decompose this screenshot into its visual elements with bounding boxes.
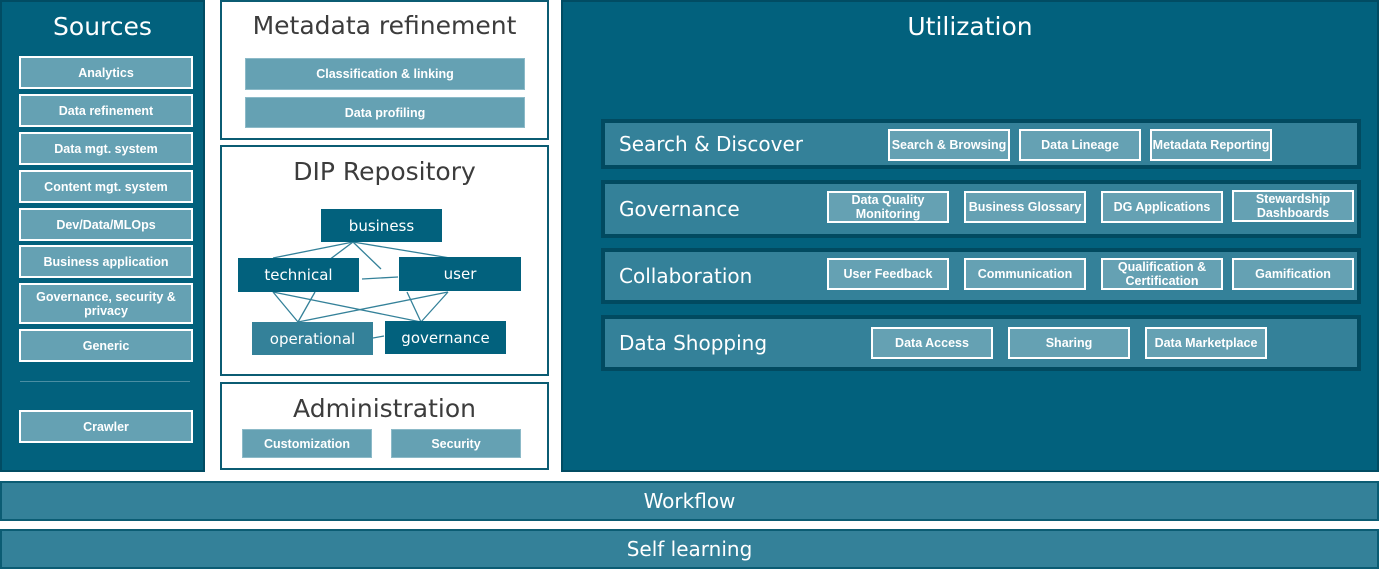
data-access-button[interactable]: Data Access [871,327,993,359]
gamification-button[interactable]: Gamification [1232,258,1354,290]
node-user[interactable]: user [399,257,521,291]
node-technical[interactable]: technical [238,258,359,292]
administration-panel: Administration Customization Security [220,382,549,470]
data-profiling-button[interactable]: Data profiling [245,97,525,128]
metadata-refinement-panel: Metadata refinement Classification & lin… [220,0,549,140]
business-glossary-button[interactable]: Business Glossary [964,191,1086,223]
user-feedback-button[interactable]: User Feedback [827,258,949,290]
row-label-governance: Governance [619,197,740,221]
dip-repository-panel: DIP Repository business technical user o… [220,145,549,376]
sources-panel: Sources Analytics Data refinement Data m… [0,0,205,472]
data-quality-monitoring-button[interactable]: Data Quality Monitoring [827,191,949,223]
node-governance[interactable]: governance [385,321,506,354]
customization-button[interactable]: Customization [242,429,372,458]
utilization-title: Utilization [907,12,1033,41]
source-business-application[interactable]: Business application [19,245,193,278]
dg-applications-button[interactable]: DG Applications [1101,191,1223,223]
utilization-panel: Utilization Search & Discover Search & B… [561,0,1379,472]
edge-operational-governance [372,335,385,339]
sources-title: Sources [53,12,152,41]
edge-technical-user [361,276,399,280]
source-content-mgt-system[interactable]: Content mgt. system [19,170,193,203]
row-label-data-shopping: Data Shopping [619,331,768,355]
qualification-certification-button[interactable]: Qualification & Certification [1101,258,1223,290]
sources-divider [20,381,190,382]
source-governance-security-privacy[interactable]: Governance, security & privacy [19,283,193,324]
data-lineage-button[interactable]: Data Lineage [1019,129,1141,161]
metadata-refinement-title: Metadata refinement [252,11,517,40]
edge-business-technical [272,241,354,259]
source-generic[interactable]: Generic [19,329,193,362]
row-data-shopping: Data Shopping Data Access Sharing Data M… [601,315,1361,371]
crawler-button[interactable]: Crawler [19,410,193,443]
node-business[interactable]: business [321,209,442,242]
edge-user-governance [406,291,422,323]
node-operational[interactable]: operational [252,322,373,355]
source-data-refinement[interactable]: Data refinement [19,94,193,127]
edge-technical-operational-2 [297,291,316,323]
metadata-reporting-button[interactable]: Metadata Reporting [1150,129,1272,161]
self-learning-bar[interactable]: Self learning [0,529,1379,569]
row-collaboration: Collaboration User Feedback Communicatio… [601,248,1361,304]
search-browsing-button[interactable]: Search & Browsing [888,129,1010,161]
stewardship-dashboards-button[interactable]: Stewardship Dashboards [1232,190,1354,222]
source-data-mgt-system[interactable]: Data mgt. system [19,132,193,165]
security-button[interactable]: Security [391,429,521,458]
workflow-bar[interactable]: Workflow [0,481,1379,521]
administration-title: Administration [293,394,476,423]
source-analytics[interactable]: Analytics [19,56,193,89]
classification-linking-button[interactable]: Classification & linking [245,58,525,90]
row-label-search-discover: Search & Discover [619,132,803,156]
row-search-discover: Search & Discover Search & Browsing Data… [601,119,1361,169]
edge-technical-governance [272,291,422,323]
data-marketplace-button[interactable]: Data Marketplace [1145,327,1267,359]
communication-button[interactable]: Communication [964,258,1086,290]
row-governance: Governance Data Quality Monitoring Busin… [601,180,1361,238]
row-label-collaboration: Collaboration [619,264,753,288]
source-devdata-mlops[interactable]: Dev/Data/MLOps [19,208,193,241]
sharing-button[interactable]: Sharing [1008,327,1130,359]
